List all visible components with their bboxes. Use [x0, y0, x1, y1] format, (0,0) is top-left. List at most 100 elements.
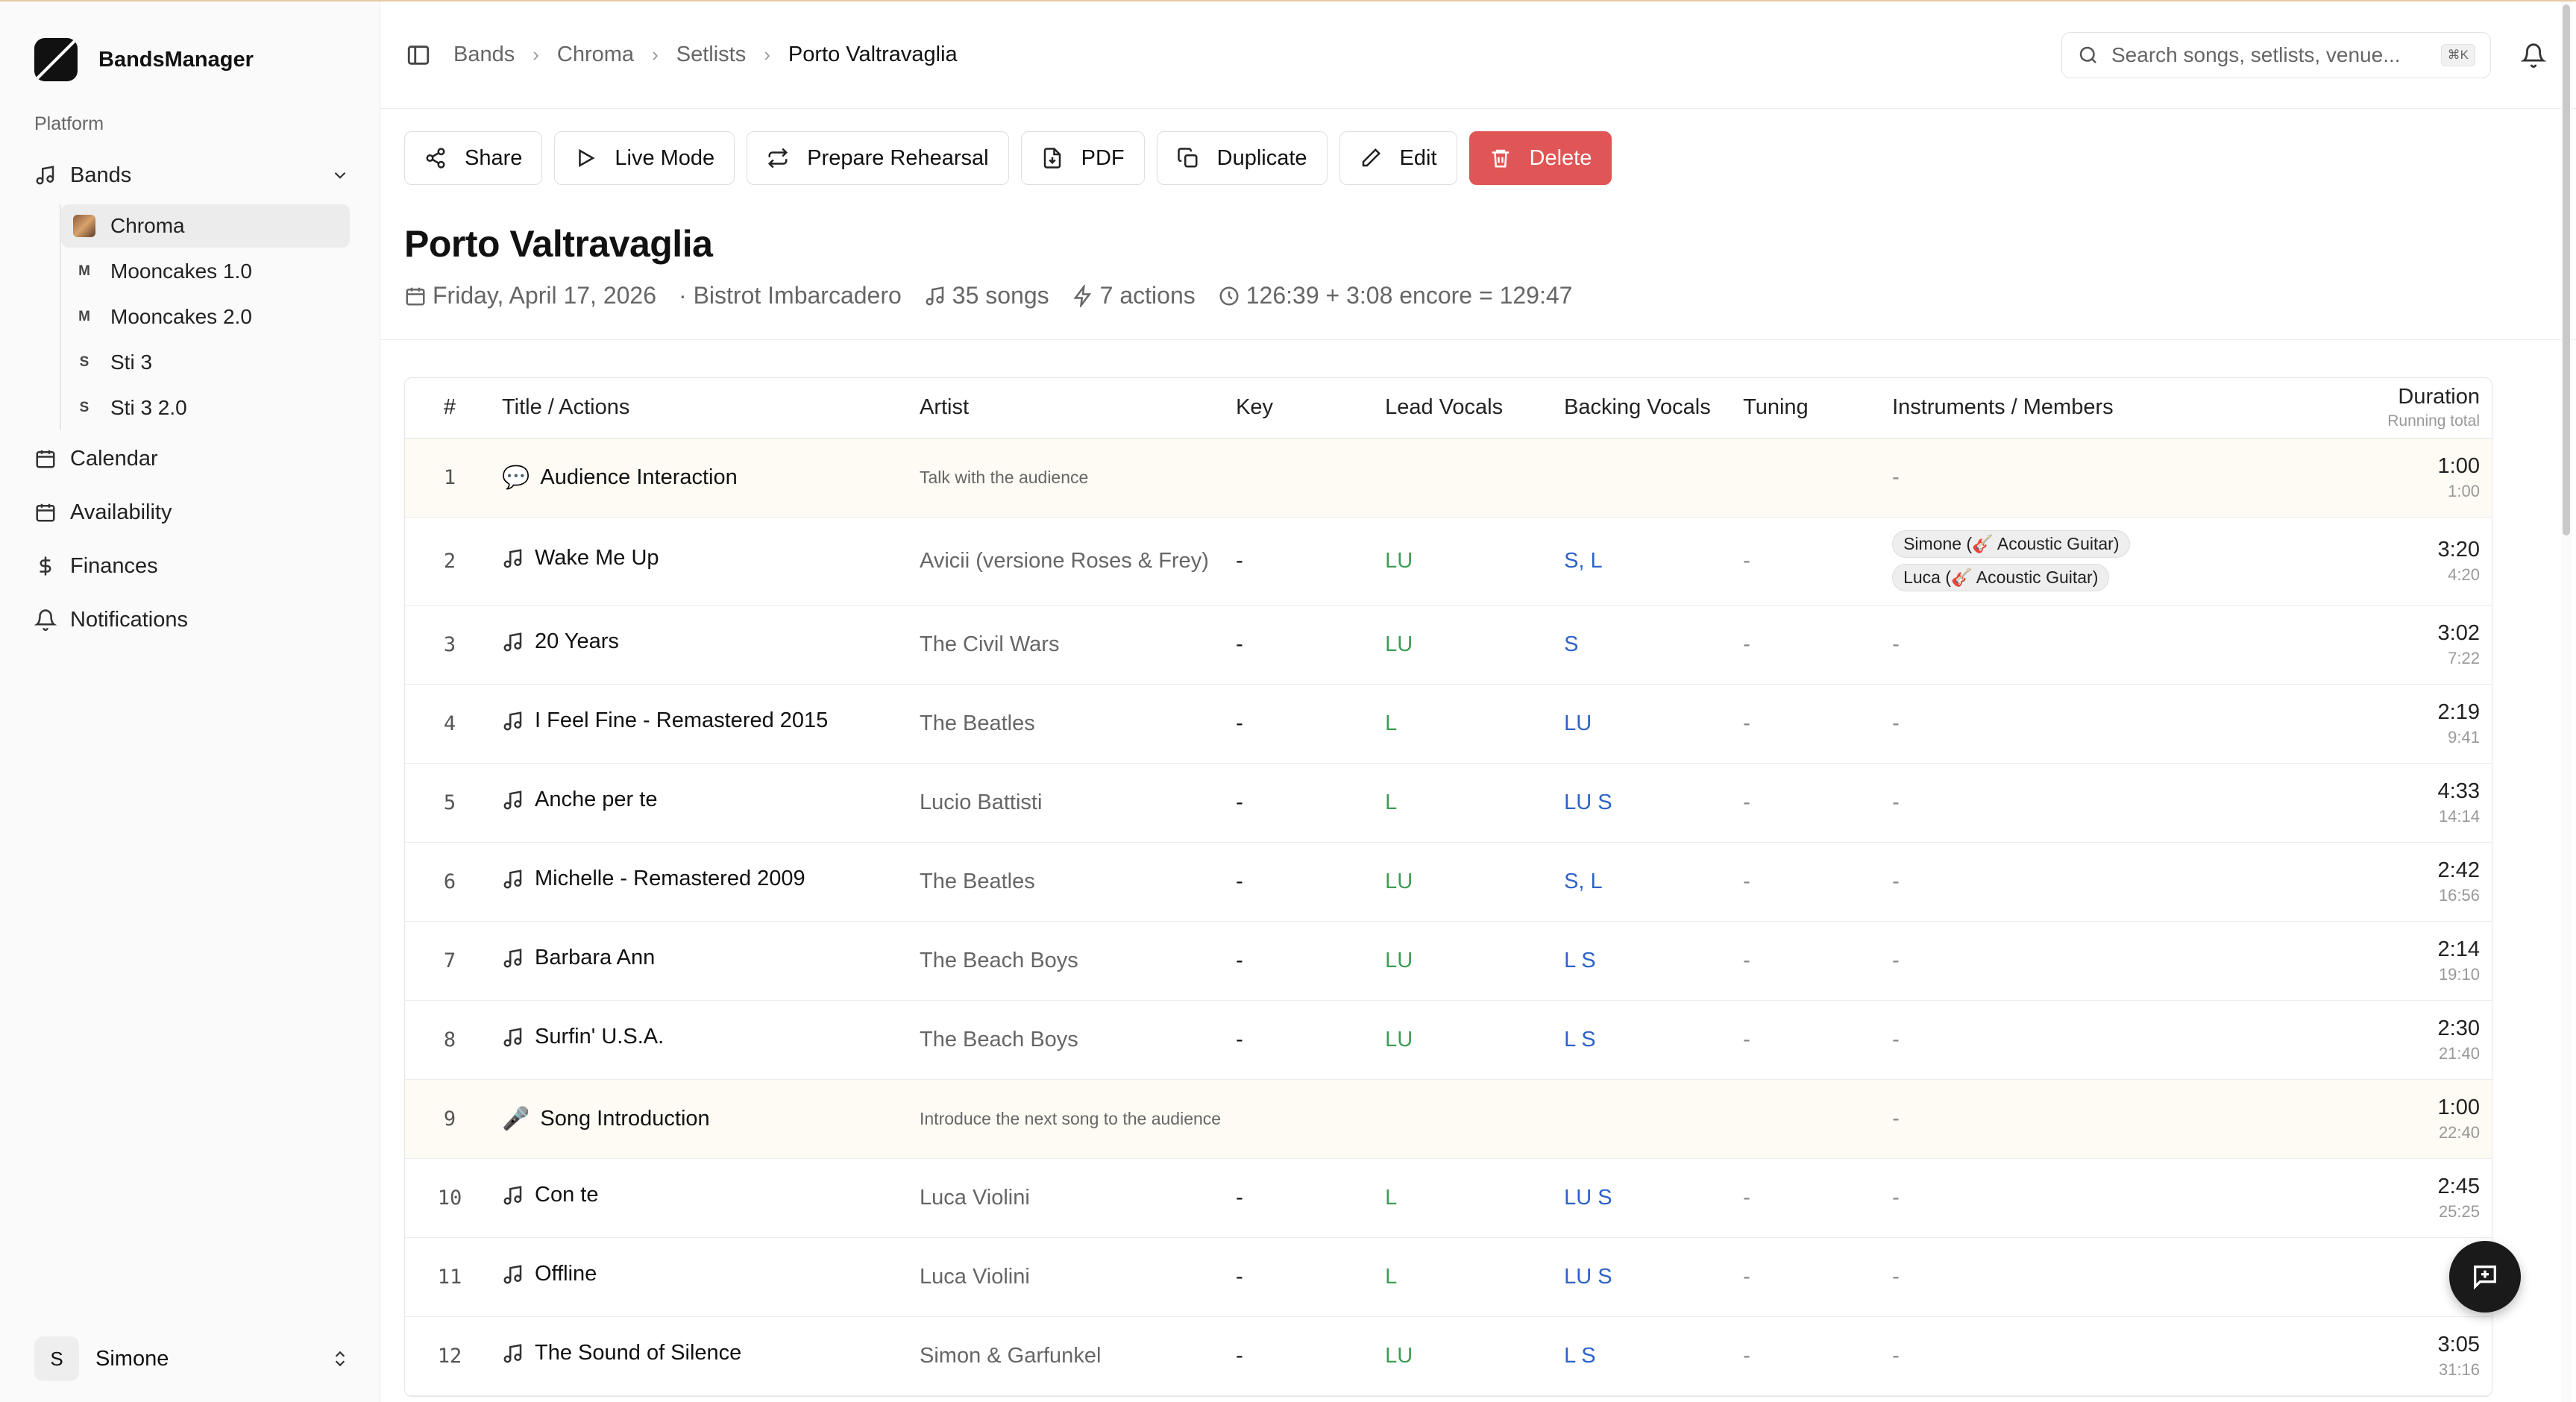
row-backing-vocals: LU S [1564, 1264, 1612, 1289]
play-icon [579, 148, 595, 168]
setlist-table: # Title / Actions Artist Key Lead Vocals… [404, 377, 2492, 1397]
row-title[interactable]: I Feel Fine - Remastered 2015 [494, 684, 912, 763]
row-instruments: - [1885, 1237, 2272, 1316]
search-icon [2079, 46, 2096, 63]
message-plus-icon [2474, 1266, 2496, 1290]
search-input[interactable]: Search songs, setlists, venue... ⌘K [2061, 31, 2491, 78]
row-duration: 2:30 21:40 [2272, 1000, 2492, 1079]
sidebar-toggle-icon[interactable] [406, 43, 431, 68]
music-note-icon [503, 632, 522, 652]
sidebar-item-finances[interactable]: Finances [34, 539, 350, 593]
action-row[interactable]: 1 💬 Audience Interaction Talk with the audi… [405, 438, 2492, 517]
sidebar-band-item[interactable]: S Sti 3 [61, 341, 350, 384]
song-row[interactable]: 12 The Sound of Silence Simon & Garfunkel -… [405, 1316, 2492, 1395]
music-note-icon [503, 949, 522, 968]
song-row[interactable]: 2 Wake Me Up Avicii (versione Roses & Frey… [405, 517, 2492, 605]
table-header: # Title / Actions Artist Key Lead Vocals… [405, 378, 2492, 438]
action-row[interactable]: 9 🎤 Song Introduction Introduce the next so… [405, 1079, 2492, 1158]
search-placeholder: Search songs, setlists, venue... [2111, 43, 2401, 66]
music-note-icon [503, 1028, 522, 1047]
sidebar-item-bands[interactable]: Bands [34, 148, 350, 202]
instrument-empty: - [1892, 1027, 1900, 1052]
pdf-button[interactable]: PDF [1020, 131, 1145, 185]
row-title[interactable]: Con te [494, 1158, 912, 1237]
band-avatar: M [78, 263, 90, 279]
sidebar-band-item[interactable]: M Mooncakes 2.0 [61, 295, 350, 339]
song-row[interactable]: 4 I Feel Fine - Remastered 2015 The Beatle… [405, 684, 2492, 763]
app-name: BandsManager [98, 47, 254, 72]
sidebar-band-item[interactable]: S Sti 3 2.0 [61, 386, 350, 430]
running-total-value: 16:56 [2438, 885, 2480, 905]
edit-button[interactable]: Edit [1339, 131, 1457, 185]
sidebar-band-item[interactable]: M Mooncakes 1.0 [61, 250, 350, 293]
breadcrumb: Bands › Chroma › Setlists › Porto Valtra… [453, 43, 958, 67]
scrollbar[interactable] [2561, 1, 2572, 1402]
duration-value: 2:45 [2437, 1174, 2480, 1198]
row-number: 8 [443, 1028, 456, 1052]
row-instruments: - [1885, 1079, 2272, 1158]
song-row[interactable]: 10 Con te Luca Violini - L LU S - - 2:45 25:25 [405, 1158, 2492, 1237]
row-lead-vocals: LU [1385, 948, 1413, 972]
song-row[interactable]: 7 Barbara Ann The Beach Boys - LU L S - - 2:14 19… [405, 921, 2492, 1000]
row-title[interactable]: Offline [494, 1237, 912, 1316]
breadcrumb-band[interactable]: Chroma [557, 43, 634, 67]
duration-value: 3:20 [2437, 537, 2480, 562]
prepare-rehearsal-button[interactable]: Prepare Rehearsal [747, 131, 1009, 185]
row-tuning: - [1743, 632, 1750, 656]
row-title[interactable]: Barbara Ann [494, 921, 912, 1000]
divider [380, 339, 2576, 340]
row-title[interactable]: 💬 Audience Interaction [494, 438, 912, 517]
row-number: 6 [443, 870, 456, 893]
row-title[interactable]: 🎤 Song Introduction [494, 1079, 912, 1158]
row-artist: Luca Violini [920, 1264, 1030, 1289]
row-key: - [1236, 1027, 1243, 1052]
col-num: # [405, 378, 494, 438]
member-instrument-chip: Simone (🎸 Acoustic Guitar) [1892, 530, 2131, 558]
row-key [1228, 438, 1377, 517]
row-backing-vocals: L S [1564, 948, 1596, 972]
row-title[interactable]: Surfin' U.S.A. [494, 1000, 912, 1079]
row-instruments: - [1885, 763, 2272, 842]
band-label: Sti 3 2.0 [110, 396, 187, 419]
row-title[interactable]: The Sound of Silence [494, 1316, 912, 1395]
chevron-right-icon: › [652, 43, 659, 66]
song-row[interactable]: 5 Anche per te Lucio Battisti - L LU S - - 4:33 1… [405, 763, 2492, 842]
music-note-icon [503, 870, 522, 889]
delete-button[interactable]: Delete [1468, 131, 1612, 185]
duplicate-button[interactable]: Duplicate [1156, 131, 1328, 185]
chevron-down-icon[interactable] [330, 166, 350, 185]
song-row[interactable]: 11 Offline Luca Violini - L LU S - - [405, 1237, 2492, 1316]
breadcrumb-setlists[interactable]: Setlists [676, 43, 746, 67]
sidebar-item-availability[interactable]: Availability [34, 485, 350, 539]
row-tuning: - [1743, 711, 1750, 735]
row-lead-vocals: LU [1385, 1027, 1413, 1052]
file-download-icon [1043, 148, 1061, 169]
share-button[interactable]: Share [404, 131, 543, 185]
scrollbar-thumb[interactable] [2563, 4, 2570, 535]
user-name: Simone [95, 1346, 169, 1371]
live-mode-button[interactable]: Live Mode [554, 131, 735, 185]
song-row[interactable]: 6 Michelle - Remastered 2009 The Beatles - L… [405, 842, 2492, 921]
row-lead-vocals: L [1385, 711, 1398, 735]
sidebar-item-calendar[interactable]: Calendar [34, 432, 350, 485]
feedback-button[interactable] [2449, 1241, 2521, 1313]
row-title[interactable]: Michelle - Remastered 2009 [494, 842, 912, 921]
sidebar-item-notifications[interactable]: Notifications [34, 593, 350, 647]
sidebar-band-item[interactable]: Chroma [61, 204, 350, 248]
breadcrumb-bands[interactable]: Bands [453, 43, 515, 67]
row-key: - [1236, 1343, 1243, 1368]
notifications-bell-icon[interactable] [2521, 43, 2546, 68]
row-tuning: - [1743, 869, 1750, 893]
song-row[interactable]: 3 20 Years The Civil Wars - LU S - - 3:02 7:22 [405, 605, 2492, 684]
duration-value: 2:30 [2437, 1016, 2480, 1040]
row-backing-vocals: LU S [1564, 1185, 1612, 1210]
song-row[interactable]: 8 Surfin' U.S.A. The Beach Boys - LU L S - - 2:3… [405, 1000, 2492, 1079]
lightning-icon [1073, 284, 1091, 307]
user-menu[interactable]: S Simone [34, 1330, 350, 1387]
row-title[interactable]: 20 Years [494, 605, 912, 684]
row-title[interactable]: Wake Me Up [494, 517, 912, 605]
duration-header: Duration [2398, 385, 2480, 409]
brand[interactable]: BandsManager [34, 36, 350, 84]
row-title[interactable]: Anche per te [494, 763, 912, 842]
running-total-value: 9:41 [2448, 727, 2480, 746]
